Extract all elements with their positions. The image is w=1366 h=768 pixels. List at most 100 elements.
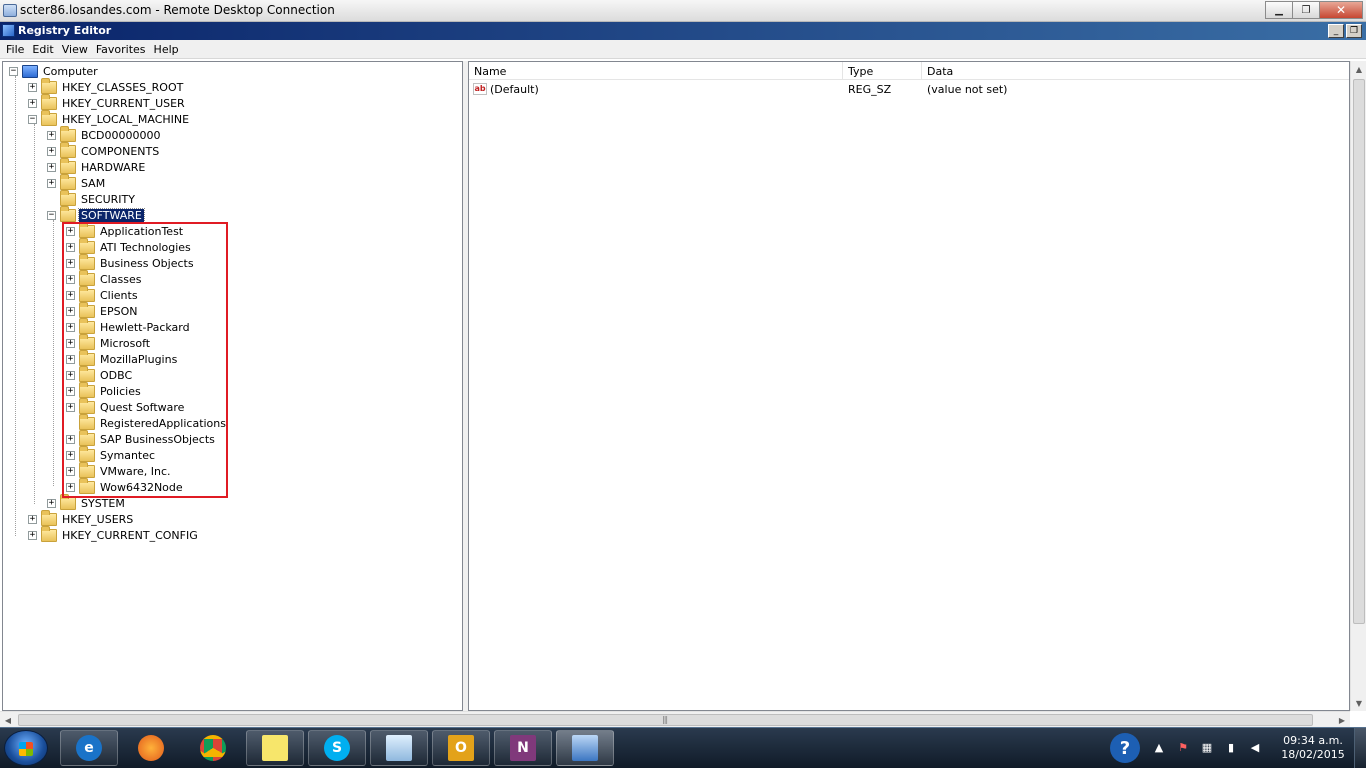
values-list[interactable]: Name Type Data ab (Default) REG_SZ (valu… <box>468 61 1350 711</box>
tree-node-software[interactable]: − SOFTWARE <box>47 205 145 223</box>
vertical-scroll-thumb[interactable] <box>1353 79 1365 624</box>
rdc-restore-button[interactable]: ❐ <box>1292 1 1320 19</box>
taskbar-skype[interactable]: S <box>308 730 366 766</box>
folder-icon <box>60 205 76 222</box>
folder-icon <box>41 77 57 94</box>
window-title: Registry Editor <box>18 24 112 37</box>
outlook-icon: O <box>448 735 474 761</box>
registry-editor-icon <box>2 24 15 37</box>
taskbar-chrome[interactable] <box>184 730 242 766</box>
expand-icon[interactable]: + <box>47 498 56 508</box>
help-icon[interactable]: ? <box>1110 733 1140 763</box>
tree-node-bcd00000000[interactable]: + BCD00000000 <box>47 125 163 143</box>
computer-icon <box>22 64 38 78</box>
taskbar-notepad[interactable] <box>370 730 428 766</box>
horizontal-scrollbar[interactable]: ◀ ||| ▶ <box>0 711 1350 727</box>
menu-view[interactable]: View <box>58 43 92 56</box>
menu-edit[interactable]: Edit <box>28 43 57 56</box>
string-value-icon: ab <box>473 83 487 95</box>
value-row-type: REG_SZ <box>848 82 892 96</box>
column-header-name[interactable]: Name <box>469 62 843 80</box>
folder-icon <box>60 157 76 174</box>
remote-desktop-icon <box>572 735 598 761</box>
menu-file[interactable]: File <box>2 43 28 56</box>
taskbar-outlook[interactable]: O <box>432 730 490 766</box>
taskbar-internet-explorer[interactable]: e <box>60 730 118 766</box>
registry-editor-titlebar: Registry Editor _ ❐ <box>0 22 1366 40</box>
expand-icon[interactable]: + <box>28 530 37 540</box>
folder-icon <box>60 173 76 190</box>
expand-icon[interactable]: + <box>47 146 56 156</box>
rdc-window-title: scter86.losandes.com - Remote Desktop Co… <box>20 3 335 17</box>
tree-node-hardware[interactable]: + HARDWARE <box>47 157 147 175</box>
internet-explorer-icon: e <box>76 735 102 761</box>
tree-node-computer[interactable]: − Computer <box>9 63 100 79</box>
chrome-icon <box>200 735 226 761</box>
show-hidden-icons-arrow-icon[interactable]: ▲ <box>1152 740 1166 754</box>
collapse-icon[interactable]: − <box>47 210 56 220</box>
remote-desktop-icon <box>3 4 17 17</box>
expand-icon[interactable]: + <box>28 98 37 108</box>
value-row-name[interactable]: ab (Default) <box>473 81 843 97</box>
expand-icon[interactable]: + <box>47 178 56 188</box>
taskbar-remote-desktop[interactable] <box>556 730 614 766</box>
collapse-icon[interactable]: − <box>28 114 37 124</box>
menu-bar: File Edit View Favorites Help <box>0 40 1366 59</box>
taskbar-firefox[interactable] <box>122 730 180 766</box>
rdc-titlebar: scter86.losandes.com - Remote Desktop Co… <box>0 0 1366 22</box>
annotation-highlight-box <box>62 222 228 498</box>
firefox-icon <box>138 735 164 761</box>
tree-node-hkey-current-user[interactable]: + HKEY_CURRENT_USER <box>28 93 187 111</box>
tree-node-hkey-local-machine[interactable]: − HKEY_LOCAL_MACHINE <box>28 109 191 127</box>
expand-icon[interactable]: + <box>28 82 37 92</box>
notepad-icon <box>386 735 412 761</box>
scroll-right-arrow-icon[interactable]: ▶ <box>1334 712 1350 728</box>
folder-icon <box>41 509 57 526</box>
tree-node-components[interactable]: + COMPONENTS <box>47 141 161 159</box>
column-header-type[interactable]: Type <box>843 62 922 80</box>
registry-tree[interactable]: − Computer + HKEY_CLASSES_ROOT + HKEY_CU… <box>2 61 463 711</box>
taskbar-sticky-notes[interactable] <box>246 730 304 766</box>
menu-favorites[interactable]: Favorites <box>92 43 150 56</box>
minimize-button[interactable]: _ <box>1328 24 1344 38</box>
tree-node-hkey-users[interactable]: + HKEY_USERS <box>28 509 135 527</box>
taskbar-onenote[interactable]: N <box>494 730 552 766</box>
folder-icon <box>60 493 76 510</box>
folder-icon <box>60 125 76 142</box>
tree-node-security[interactable]: SECURITY <box>47 189 137 207</box>
vertical-scrollbar[interactable]: ▲ ▼ <box>1350 61 1366 711</box>
power-icon[interactable]: ▮ <box>1224 740 1238 754</box>
expand-icon[interactable]: + <box>47 130 56 140</box>
folder-icon <box>60 141 76 158</box>
scroll-up-arrow-icon[interactable]: ▲ <box>1351 61 1366 77</box>
column-header-data[interactable]: Data <box>922 62 1349 80</box>
sticky-notes-icon <box>262 735 288 761</box>
network-icon[interactable]: ▦ <box>1200 740 1214 754</box>
value-row-data: (value not set) <box>927 82 1008 96</box>
clock-time: 09:34 a.m. <box>1283 734 1343 747</box>
rdc-close-button[interactable]: ✕ <box>1319 1 1363 19</box>
clock-date: 18/02/2015 <box>1281 748 1345 761</box>
tree-node-sam[interactable]: + SAM <box>47 173 107 191</box>
onenote-icon: N <box>510 735 536 761</box>
menu-help[interactable]: Help <box>150 43 183 56</box>
start-button[interactable] <box>4 730 48 766</box>
folder-icon <box>41 109 57 126</box>
tree-node-hkey-classes-root[interactable]: + HKEY_CLASSES_ROOT <box>28 77 185 95</box>
scroll-left-arrow-icon[interactable]: ◀ <box>0 712 16 728</box>
restore-button[interactable]: ❐ <box>1346 24 1362 38</box>
folder-icon <box>41 525 57 542</box>
volume-icon[interactable]: ◀ <box>1248 740 1262 754</box>
show-desktop-button[interactable] <box>1354 728 1366 768</box>
system-clock[interactable]: 09:34 a.m. 18/02/2015 <box>1278 734 1348 762</box>
collapse-icon[interactable]: − <box>9 66 18 76</box>
tree-node-hkey-current-config[interactable]: + HKEY_CURRENT_CONFIG <box>28 525 200 543</box>
scroll-down-arrow-icon[interactable]: ▼ <box>1351 695 1366 711</box>
skype-icon: S <box>324 735 350 761</box>
rdc-minimize-button[interactable]: ▁ <box>1265 1 1293 19</box>
folder-icon <box>41 93 57 110</box>
taskbar: e S O N ? ▲ ⚑ ▦ ▮ ◀ 09:34 a.m. 18/02/201… <box>0 727 1366 768</box>
expand-icon[interactable]: + <box>28 514 37 524</box>
expand-icon[interactable]: + <box>47 162 56 172</box>
action-center-icon[interactable]: ⚑ <box>1176 740 1190 754</box>
